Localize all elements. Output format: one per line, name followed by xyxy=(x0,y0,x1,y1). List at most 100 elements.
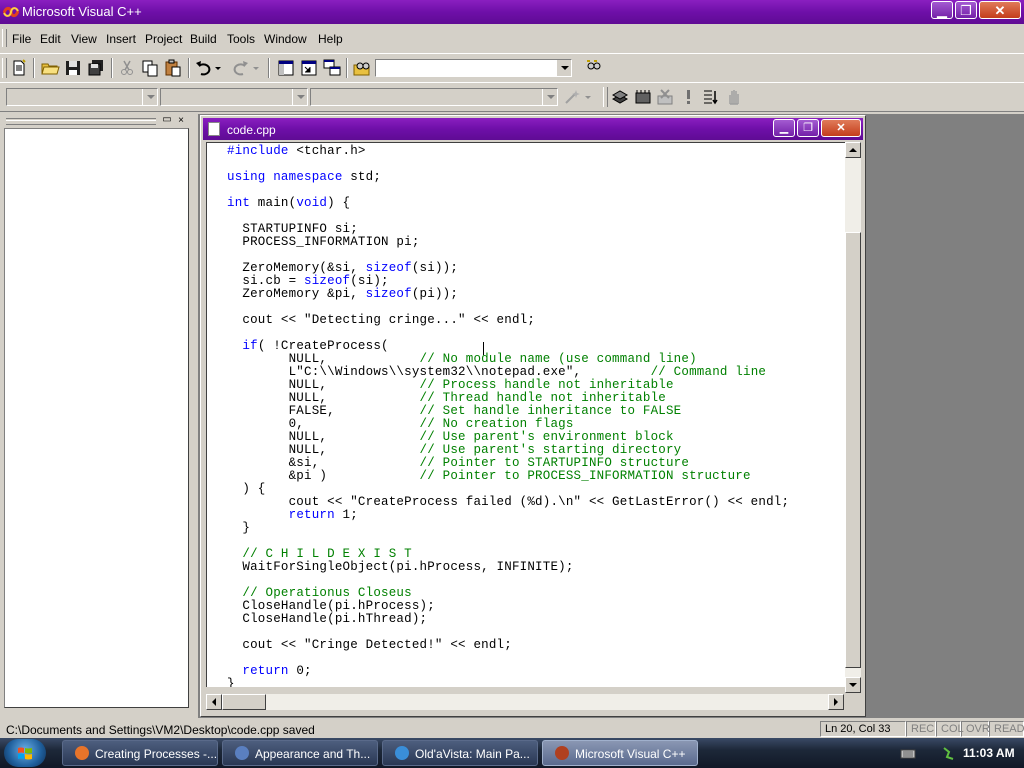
toolbar-separator xyxy=(346,58,348,78)
network-icon[interactable] xyxy=(942,745,958,761)
standard-toolbar xyxy=(0,53,1024,83)
status-rec: REC xyxy=(906,721,936,737)
windows-logo-icon xyxy=(18,747,32,760)
arrow-up-icon xyxy=(849,148,857,152)
stop-build-icon[interactable] xyxy=(655,87,675,107)
title-bar[interactable]: Microsoft Visual C++ ▁ ❐ ✕ xyxy=(0,0,1024,24)
toolbar-separator xyxy=(268,58,270,78)
wizard-dropdown-icon[interactable] xyxy=(583,87,593,107)
code-editor[interactable]: #include <tchar.h>​using namespace std;​… xyxy=(206,142,845,687)
taskbar-button-label: Creating Processes -... xyxy=(95,747,218,761)
taskbar-button[interactable]: Old'aVista: Main Pa... xyxy=(382,740,538,766)
go-icon[interactable] xyxy=(701,87,721,107)
toolbar-separator xyxy=(111,58,113,78)
taskbar-button[interactable]: Appearance and Th... xyxy=(222,740,378,766)
document-icon xyxy=(208,122,220,136)
code-text: #include <tchar.h>​using namespace std;​… xyxy=(207,144,789,688)
clock[interactable]: 11:03 AM xyxy=(963,746,1015,760)
status-ovr: OVR xyxy=(961,721,990,737)
toolbar-grip[interactable] xyxy=(2,58,7,78)
maximize-button[interactable]: ❐ xyxy=(955,1,977,19)
code-line: } xyxy=(227,677,235,688)
horizontal-scrollbar[interactable] xyxy=(206,694,844,710)
wizard-wand-icon[interactable] xyxy=(562,87,582,107)
open-folder-icon[interactable] xyxy=(40,58,60,78)
redo-icon[interactable] xyxy=(230,58,250,78)
copy-icon[interactable] xyxy=(140,58,160,78)
menu-insert[interactable]: Insert xyxy=(106,32,136,46)
workspace-pane-grip[interactable] xyxy=(6,118,156,125)
visual-cpp-icon xyxy=(555,746,569,760)
members-combo[interactable] xyxy=(310,88,558,106)
class-combo[interactable] xyxy=(6,88,158,106)
menu-build[interactable]: Build xyxy=(190,32,217,46)
menu-grip[interactable] xyxy=(2,29,7,47)
code-line: using namespace std; xyxy=(227,170,382,184)
vertical-scroll-thumb[interactable] xyxy=(845,232,861,668)
members-combo-dropdown[interactable] xyxy=(542,89,557,105)
taskbar-button[interactable]: Creating Processes -... xyxy=(62,740,218,766)
pane-restore-icon[interactable]: ▭ xyxy=(162,115,172,126)
scroll-up-button[interactable] xyxy=(845,142,861,158)
editor-minimize-button[interactable]: ▁ xyxy=(773,119,795,137)
redo-dropdown-icon[interactable] xyxy=(251,58,261,78)
scroll-down-button[interactable] xyxy=(845,677,861,693)
find-combo-dropdown[interactable] xyxy=(556,60,571,76)
paste-icon[interactable] xyxy=(163,58,183,78)
compile-icon[interactable] xyxy=(610,87,630,107)
code-line: #include <tchar.h> xyxy=(227,144,366,158)
execute-icon[interactable] xyxy=(678,87,698,107)
window-title: Microsoft Visual C++ xyxy=(22,4,142,19)
save-all-icon[interactable] xyxy=(86,58,106,78)
start-button[interactable] xyxy=(4,739,46,767)
breakpoint-hand-icon[interactable] xyxy=(724,87,744,107)
code-line: ZeroMemory &pi, sizeof(pi)); xyxy=(227,287,459,301)
editor-window[interactable]: code.cpp ▁ ❐ ✕ #include <tchar.h>​using … xyxy=(200,115,866,717)
ie-icon xyxy=(395,746,409,760)
build-icon[interactable] xyxy=(633,87,653,107)
close-button[interactable]: ✕ xyxy=(979,1,1021,19)
scroll-left-button[interactable] xyxy=(206,694,222,710)
undo-dropdown-icon[interactable] xyxy=(213,58,223,78)
pane-close-icon[interactable]: × xyxy=(176,116,186,126)
code-line: return 1; xyxy=(288,508,358,522)
taskbar-button[interactable]: Microsoft Visual C++ xyxy=(542,740,698,766)
filter-combo-dropdown[interactable] xyxy=(292,89,307,105)
visual-cpp-icon xyxy=(3,6,19,18)
code-line: PROCESS_INFORMATION pi; xyxy=(227,235,420,249)
editor-restore-button[interactable]: ❐ xyxy=(797,119,819,137)
vertical-scrollbar[interactable] xyxy=(845,142,861,693)
toolbar-grip[interactable] xyxy=(603,87,608,107)
workspace-icon[interactable] xyxy=(276,58,296,78)
save-icon[interactable] xyxy=(63,58,83,78)
find-combo[interactable] xyxy=(375,59,572,77)
menu-view[interactable]: View xyxy=(71,32,97,46)
menu-tools[interactable]: Tools xyxy=(227,32,255,46)
cut-icon[interactable] xyxy=(117,58,137,78)
menu-edit[interactable]: Edit xyxy=(40,32,61,46)
menu-file[interactable]: File xyxy=(12,32,31,46)
code-line: CloseHandle(pi.hThread); xyxy=(227,612,428,626)
new-text-file-icon[interactable] xyxy=(9,58,29,78)
window-list-icon[interactable] xyxy=(322,58,342,78)
output-icon[interactable] xyxy=(299,58,319,78)
editor-title-bar[interactable]: code.cpp ▁ ❐ ✕ xyxy=(203,118,863,140)
code-line: } xyxy=(227,521,251,535)
editor-close-button[interactable]: ✕ xyxy=(821,119,861,137)
horizontal-scroll-thumb[interactable] xyxy=(222,694,266,710)
find-in-files-icon[interactable] xyxy=(352,58,372,78)
arrow-right-icon xyxy=(834,698,838,706)
text-caret xyxy=(483,342,484,355)
menu-project[interactable]: Project xyxy=(145,32,182,46)
menu-window[interactable]: Window xyxy=(264,32,307,46)
minimize-button[interactable]: ▁ xyxy=(931,1,953,19)
keyboard-icon[interactable] xyxy=(900,746,916,760)
workspace-tree[interactable] xyxy=(4,128,189,708)
filter-combo[interactable] xyxy=(160,88,308,106)
find-icon[interactable] xyxy=(583,58,603,78)
undo-icon[interactable] xyxy=(194,58,214,78)
menu-help[interactable]: Help xyxy=(318,32,343,46)
scroll-right-button[interactable] xyxy=(828,694,844,710)
taskbar: Creating Processes -... Appearance and Th… xyxy=(0,738,1024,768)
class-combo-dropdown[interactable] xyxy=(142,89,157,105)
